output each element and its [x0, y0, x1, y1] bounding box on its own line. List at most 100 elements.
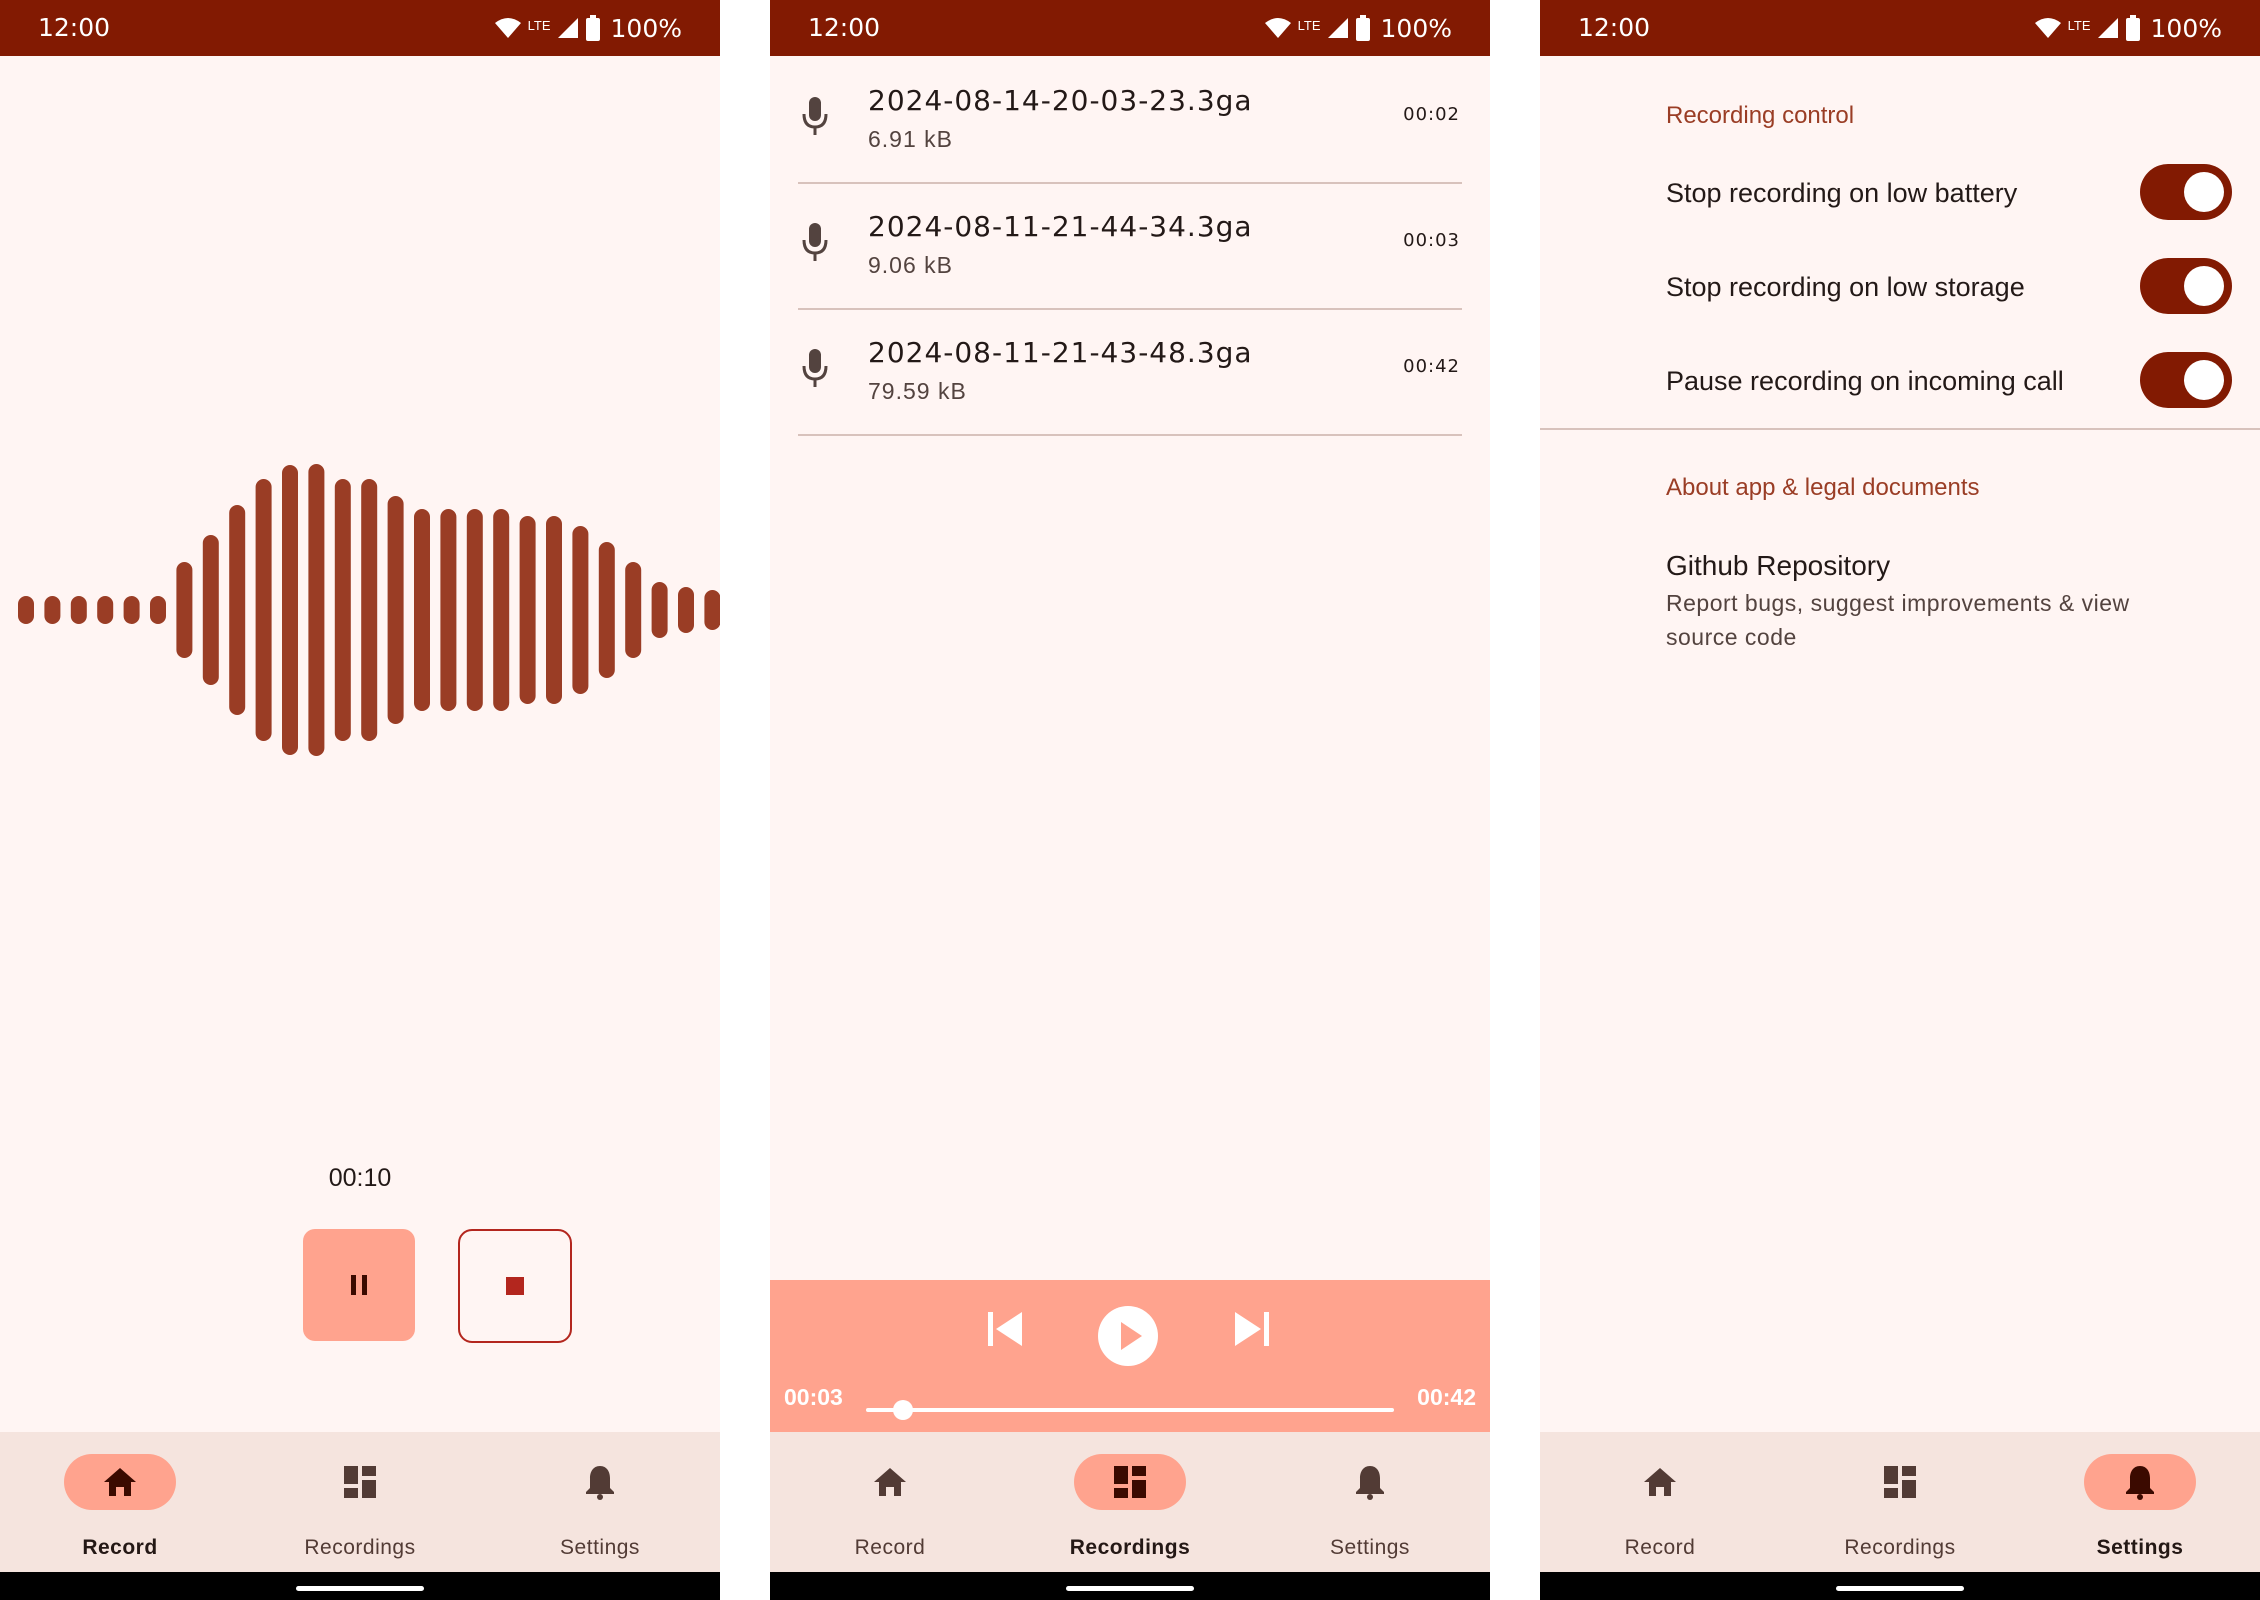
status-time: 12:00	[808, 13, 881, 42]
recording-item[interactable]: 2024-08-11-21-43-48.3ga 79.59 kB 00:42	[798, 308, 1462, 436]
nav-item-record[interactable]: Record	[0, 1432, 240, 1572]
network-type: LTE	[2067, 17, 2091, 33]
bell-icon	[1356, 1466, 1384, 1500]
gesture-handle	[1066, 1586, 1194, 1591]
nav-item-recordings[interactable]: Recordings	[1010, 1432, 1250, 1572]
nav-label-recordings: Recordings	[304, 1536, 416, 1559]
nav-label-settings: Settings	[1330, 1536, 1410, 1559]
nav-label-record: Record	[854, 1536, 926, 1559]
pause-button[interactable]	[303, 1229, 415, 1341]
waveform-bar	[519, 516, 536, 704]
setting-incoming-call-label: Pause recording on incoming call	[1666, 366, 2064, 396]
waveform-bar	[308, 464, 325, 756]
waveform-bar	[546, 516, 562, 704]
toggle-thumb	[2184, 266, 2224, 306]
skip-previous-icon[interactable]	[986, 1310, 1024, 1348]
nav-pill	[1604, 1454, 1716, 1510]
recording-duration: 00:42	[1403, 356, 1460, 377]
toggle-low-battery[interactable]	[2140, 164, 2232, 220]
home-icon	[1644, 1468, 1676, 1496]
gesture-handle	[296, 1586, 424, 1591]
nav-pill	[544, 1454, 656, 1510]
status-icons: LTE 100%	[2034, 12, 2222, 44]
nav-pill	[2084, 1454, 2196, 1510]
mic-icon	[802, 223, 828, 261]
divider	[1540, 428, 2260, 430]
nav-label-settings: Settings	[2096, 1536, 2184, 1559]
nav-label-recordings: Recordings	[1069, 1536, 1191, 1559]
nav-item-record[interactable]: Record	[770, 1432, 1010, 1572]
nav-item-recordings[interactable]: Recordings	[240, 1432, 480, 1572]
toggle-incoming-call[interactable]	[2140, 352, 2232, 408]
recording-item[interactable]: 2024-08-14-20-03-23.3ga 6.91 kB 00:02	[798, 56, 1462, 184]
waveform-bar	[282, 465, 298, 755]
wifi-icon	[494, 18, 521, 38]
battery-icon	[2125, 15, 2140, 41]
gesture-handle	[1836, 1586, 1964, 1591]
nav-label-settings: Settings	[560, 1536, 640, 1559]
battery-percent: 100%	[2150, 13, 2222, 43]
bell-icon	[586, 1466, 614, 1500]
battery-percent: 100%	[1380, 13, 1452, 43]
recording-size: 6.91 kB	[868, 126, 953, 152]
nav-pill	[64, 1454, 176, 1510]
status-bar: 12:00 LTE 100%	[1540, 0, 2260, 56]
gesture-bar	[770, 1572, 1490, 1600]
waveform-bar	[651, 582, 668, 638]
nav-pill	[1074, 1454, 1186, 1510]
waveform-bar	[202, 535, 219, 685]
github-repository-link[interactable]: Github Repository	[1666, 550, 1890, 582]
recording-timer: 00:10	[328, 1164, 392, 1192]
gesture-bar	[1540, 1572, 2260, 1600]
section-title-recording-control: Recording control	[1666, 102, 1855, 129]
waveform-bar	[97, 596, 114, 624]
nav-pill	[1314, 1454, 1426, 1510]
waveform-bar	[440, 509, 457, 711]
waveform-bar	[70, 596, 87, 624]
pause-icon	[351, 1275, 367, 1295]
home-icon	[874, 1468, 906, 1496]
dashboard-icon	[1884, 1466, 1916, 1498]
stop-icon	[506, 1277, 524, 1295]
nav-item-record[interactable]: Record	[1540, 1432, 1780, 1572]
waveform-bar	[625, 562, 642, 658]
nav-item-settings[interactable]: Settings	[2020, 1432, 2260, 1572]
waveform-bar	[150, 596, 166, 624]
recording-name: 2024-08-11-21-44-34.3ga	[868, 210, 1253, 243]
recording-duration: 00:03	[1403, 230, 1460, 251]
waveform-bar	[387, 496, 404, 724]
nav-item-settings[interactable]: Settings	[1250, 1432, 1490, 1572]
seek-bar[interactable]	[866, 1408, 1394, 1412]
total-time: 00:42	[1417, 1384, 1476, 1410]
recording-size: 79.59 kB	[868, 378, 967, 404]
home-icon	[104, 1468, 136, 1496]
recording-name: 2024-08-14-20-03-23.3ga	[868, 84, 1253, 117]
nav-pill	[304, 1454, 416, 1510]
mic-icon	[802, 97, 828, 135]
waveform-bar	[598, 542, 615, 678]
recording-name: 2024-08-11-21-43-48.3ga	[868, 336, 1253, 369]
bottom-navigation: Record Recordings Settings	[0, 1432, 720, 1572]
recording-duration: 00:02	[1403, 104, 1460, 125]
audio-waveform	[18, 464, 720, 756]
nav-label-record: Record	[1624, 1536, 1696, 1559]
network-type: LTE	[527, 17, 551, 33]
play-circle-icon[interactable]	[1097, 1305, 1159, 1367]
battery-icon	[585, 15, 600, 41]
waveform-bar	[255, 479, 272, 741]
nav-item-settings[interactable]: Settings	[480, 1432, 720, 1572]
nav-item-recordings[interactable]: Recordings	[1780, 1432, 2020, 1572]
stop-button[interactable]	[458, 1229, 572, 1343]
bottom-navigation: Record Recordings Settings	[1540, 1432, 2260, 1572]
toggle-low-storage[interactable]	[2140, 258, 2232, 314]
recording-item[interactable]: 2024-08-11-21-44-34.3ga 9.06 kB 00:03	[798, 182, 1462, 310]
waveform-bar	[493, 509, 510, 711]
signal-icon	[557, 18, 578, 38]
nav-label-record: Record	[82, 1536, 158, 1559]
seek-thumb[interactable]	[892, 1400, 913, 1420]
section-title-about: About app & legal documents	[1666, 474, 1980, 501]
wifi-icon	[1264, 18, 1291, 38]
dashboard-icon	[1114, 1466, 1146, 1498]
skip-next-icon[interactable]	[1233, 1310, 1271, 1348]
status-icons: LTE 100%	[494, 12, 682, 44]
